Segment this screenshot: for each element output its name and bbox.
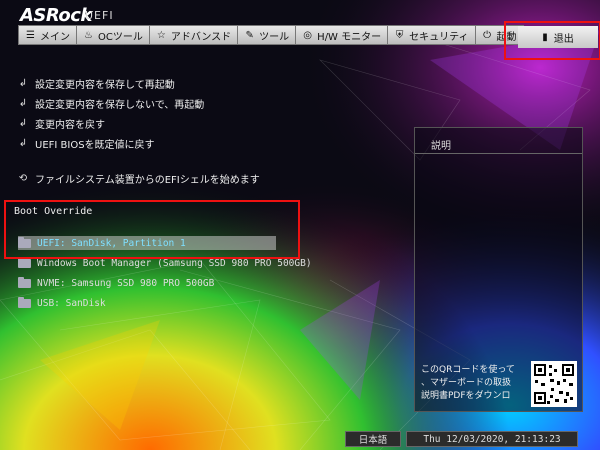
language-button[interactable]: 日本語 (345, 431, 401, 447)
load-defaults-item[interactable]: ↲ UEFI BIOSを既定値に戻す (18, 136, 155, 151)
tab-exit[interactable]: ▮ 退出 (518, 26, 598, 48)
qr-code-icon (531, 361, 577, 407)
defaults-icon: ↲ (18, 138, 28, 149)
undo-icon: ↲ (18, 118, 28, 129)
boot-item-label: UEFI: SanDisk, Partition 1 (37, 237, 186, 249)
load-defaults-label: UEFI BIOSを既定値に戻す (35, 140, 155, 151)
tab-oc-tweaker[interactable]: ♨ OCツール (76, 25, 149, 45)
tab-tool-label: ツール (259, 31, 290, 43)
tab-main-label: メイン (40, 31, 70, 43)
boot-item[interactable]: NVME: Samsung SSD 980 PRO 500GB (18, 276, 214, 290)
tab-advanced-label: アドバンスド (170, 31, 232, 43)
folder-icon (18, 256, 31, 268)
brand-subtitle: UEFI (85, 9, 114, 22)
description-divider (415, 153, 582, 154)
exit-door-icon: ▮ (542, 31, 548, 43)
folder-icon (18, 296, 31, 308)
discard-changes-label: 変更内容を戻す (35, 120, 105, 131)
shield-icon: ⛨ (395, 29, 404, 41)
qr-code-caption: このQRコードを使って 、マザーボードの取扱 説明書PDFをダウンロ (421, 365, 515, 401)
boot-item-label: NVME: Samsung SSD 980 PRO 500GB (37, 277, 215, 289)
save-and-reset-item[interactable]: ↲ 設定変更内容を保存して再起動 (18, 76, 175, 91)
boot-item[interactable]: USB: SanDisk (18, 296, 106, 310)
tab-boot-label: 起動 (496, 31, 517, 43)
main-tab-bar: ☰ メイン ♨ OCツール ☆ アドバンスド ✎ ツール ◎ H/W モニター … (18, 25, 524, 45)
monitor-icon: ◎ (303, 29, 313, 41)
boot-item-label: USB: SanDisk (37, 297, 106, 309)
tab-security-label: セキュリティ (409, 31, 469, 43)
folder-icon (18, 236, 31, 248)
tab-boot[interactable]: ⏻ 起動 (474, 25, 524, 45)
discard-and-reset-item[interactable]: ↲ 設定変更内容を保存しないで、再起動 (18, 96, 205, 111)
efi-shell-label: ファイルシステム装置からのEFIシェルを始めます (35, 175, 260, 186)
description-panel: 説明 このQRコードを使って 、マザーボードの取扱 説明書PDFをダウンロ (414, 127, 583, 412)
efi-shell-item[interactable]: ⟲ ファイルシステム装置からのEFIシェルを始めます (18, 171, 260, 186)
refresh-icon: ⟲ (18, 173, 28, 184)
tab-tool[interactable]: ✎ ツール (237, 25, 296, 45)
tab-exit-label: 退出 (553, 33, 574, 45)
flame-icon: ♨ (84, 29, 93, 41)
tab-oc-tweaker-label: OCツール (98, 31, 143, 43)
folder-icon (18, 276, 31, 288)
discard-changes-item[interactable]: ↲ 変更内容を戻す (18, 116, 105, 131)
save-and-reset-label: 設定変更内容を保存して再起動 (35, 80, 175, 91)
star-icon: ☆ (156, 29, 166, 41)
boot-item[interactable]: Windows Boot Manager (Samsung SSD 980 PR… (18, 256, 312, 270)
tab-hw-monitor[interactable]: ◎ H/W モニター (295, 25, 388, 45)
discard-exit-icon: ↲ (18, 98, 28, 109)
boot-override-heading: Boot Override (14, 206, 93, 217)
save-exit-icon: ↲ (18, 78, 28, 89)
power-icon: ⏻ (483, 29, 491, 41)
discard-and-reset-label: 設定変更内容を保存しないで、再起動 (35, 100, 205, 111)
tab-main[interactable]: ☰ メイン (18, 25, 76, 45)
list-icon: ☰ (26, 29, 35, 41)
description-title: 説明 (431, 141, 451, 152)
boot-item-selected[interactable]: UEFI: SanDisk, Partition 1 (18, 236, 276, 250)
tab-security[interactable]: ⛨ セキュリティ (387, 25, 475, 45)
boot-item-label: Windows Boot Manager (Samsung SSD 980 PR… (37, 257, 312, 269)
tab-hw-monitor-label: H/W モニター (317, 31, 382, 43)
tab-advanced[interactable]: ☆ アドバンスド (148, 25, 238, 45)
wrench-icon: ✎ (245, 29, 254, 41)
datetime-display: Thu 12/03/2020, 21:13:23 (406, 431, 578, 447)
brand-logo: ASRock (20, 5, 92, 26)
